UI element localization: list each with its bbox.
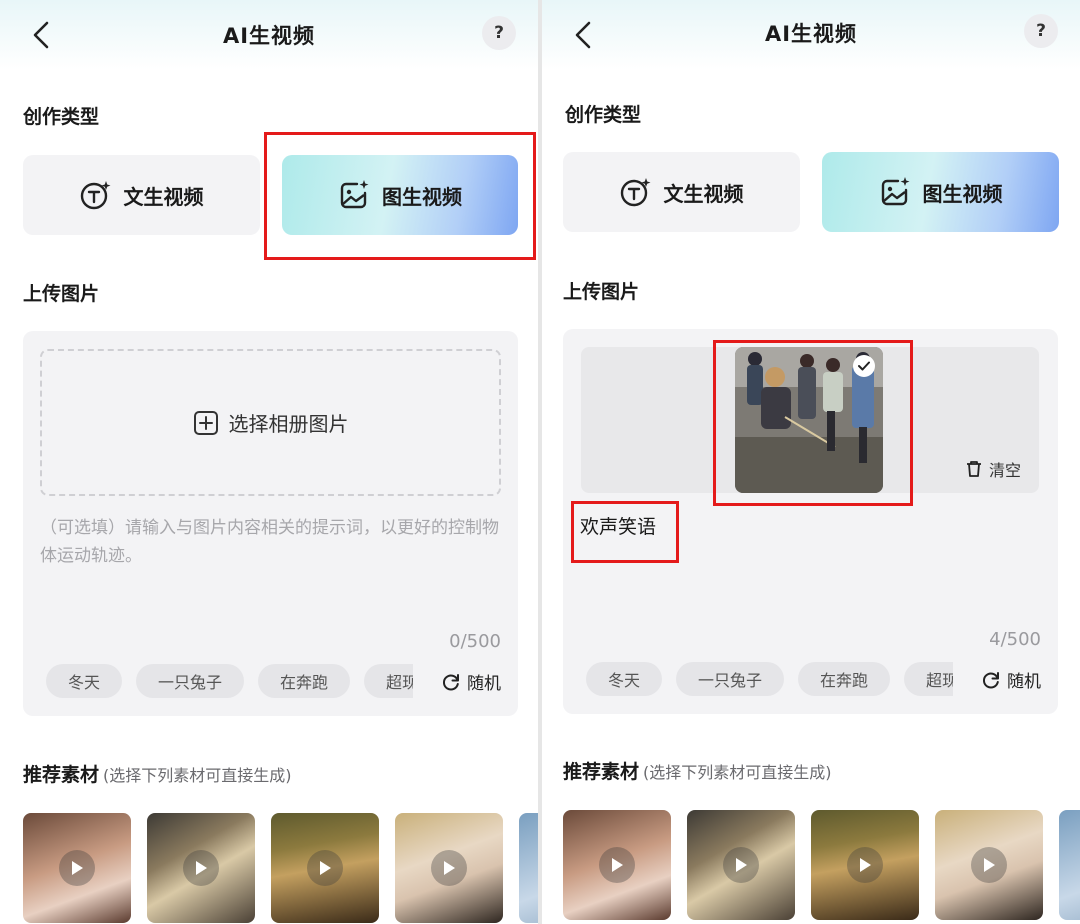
random-label: 随机: [467, 674, 501, 694]
recommended-materials: [23, 813, 538, 923]
material-thumbnail[interactable]: [811, 810, 919, 920]
screen-after: AI生视频 ? 创作类型 文生视频 图生视频 上传图片 清空 欢声笑语 4/50…: [542, 0, 1080, 924]
char-counter: 0/500: [449, 631, 501, 652]
material-thumbnail[interactable]: [147, 813, 255, 923]
material-thumbnail[interactable]: [687, 810, 795, 920]
material-thumbnail[interactable]: [395, 813, 503, 923]
screen-before: AI生视频 ? 创作类型 文生视频 图生视频 上传图片 选择相册图片 （可选填）…: [0, 0, 538, 924]
chip-rabbit[interactable]: 一只兔子: [676, 662, 785, 696]
play-icon: [307, 850, 343, 886]
material-thumbnail[interactable]: [935, 810, 1043, 920]
recommended-label: 推荐素材: [23, 764, 100, 786]
recommended-label: 推荐素材: [563, 761, 640, 783]
image-to-video-option[interactable]: 图生视频: [282, 155, 518, 235]
screenshot-comparison: AI生视频 ? 创作类型 文生视频 图生视频 上传图片 选择相册图片 （可选填）…: [0, 0, 1080, 924]
refresh-icon: [442, 673, 459, 690]
help-button[interactable]: ?: [1024, 14, 1058, 48]
material-thumbnail[interactable]: [519, 813, 538, 923]
recommended-materials: [563, 810, 1080, 920]
selected-check-icon: [853, 355, 875, 377]
chip-surreal[interactable]: 超现实: [904, 662, 953, 696]
chip-running[interactable]: 在奔跑: [258, 664, 351, 698]
chip-surreal[interactable]: 超现实: [364, 664, 413, 698]
upload-image-title: 上传图片: [563, 281, 640, 303]
recommended-title: 推荐素材 (选择下列素材可直接生成): [23, 760, 292, 787]
text-to-video-option[interactable]: 文生视频: [563, 152, 800, 232]
refresh-icon: [982, 671, 999, 688]
text-to-video-icon: [620, 178, 650, 207]
text-to-video-label: 文生视频: [663, 181, 744, 206]
random-button[interactable]: 随机: [441, 669, 501, 694]
clear-button[interactable]: 清空: [965, 457, 1021, 481]
trash-icon: [966, 461, 981, 477]
upload-area: 清空 欢声笑语 4/500 冬天一只兔子在奔跑超现实 随机: [563, 329, 1058, 714]
creation-type-title: 创作类型: [565, 104, 642, 126]
creation-type-title: 创作类型: [23, 106, 100, 128]
chip-rabbit[interactable]: 一只兔子: [136, 664, 245, 698]
material-thumbnail[interactable]: [563, 810, 671, 920]
text-to-video-option[interactable]: 文生视频: [23, 155, 260, 235]
image-to-video-icon: [881, 177, 909, 206]
chip-winter[interactable]: 冬天: [46, 664, 123, 698]
material-thumbnail[interactable]: [1059, 810, 1080, 920]
text-to-video-icon: [80, 181, 110, 210]
select-album-image-label: 选择相册图片: [228, 412, 349, 436]
chip-winter[interactable]: 冬天: [586, 662, 663, 696]
image-to-video-icon: [340, 180, 369, 209]
play-icon: [971, 847, 1007, 883]
chip-running[interactable]: 在奔跑: [798, 662, 891, 696]
select-album-image-button[interactable]: 选择相册图片: [40, 349, 501, 496]
image-to-video-label: 图生视频: [382, 184, 462, 209]
text-to-video-label: 文生视频: [123, 184, 204, 209]
image-to-video-option[interactable]: 图生视频: [822, 152, 1059, 232]
help-button[interactable]: ?: [482, 16, 516, 50]
uploaded-image[interactable]: [735, 347, 883, 493]
page-title: AI生视频: [222, 24, 316, 48]
top-bar: AI生视频 ?: [542, 0, 1080, 70]
recommended-hint: (选择下列素材可直接生成): [643, 763, 832, 782]
play-icon: [723, 847, 759, 883]
recommended-hint: (选择下列素材可直接生成): [103, 766, 292, 785]
play-icon: [431, 850, 467, 886]
recommended-title: 推荐素材 (选择下列素材可直接生成): [563, 757, 832, 784]
material-thumbnail[interactable]: [23, 813, 131, 923]
top-bar: AI生视频 ?: [0, 0, 538, 70]
material-thumbnail[interactable]: [271, 813, 379, 923]
page-title: AI生视频: [764, 22, 858, 46]
suggestion-chips: 冬天一只兔子在奔跑超现实: [46, 664, 413, 700]
play-icon: [599, 847, 635, 883]
play-icon: [847, 847, 883, 883]
prompt-input[interactable]: 欢声笑语: [580, 512, 656, 539]
play-icon: [183, 850, 219, 886]
plus-square-icon: [193, 410, 218, 435]
image-preview: 清空: [581, 347, 1039, 493]
upload-area: 选择相册图片 （可选填）请输入与图片内容相关的提示词，以更好的控制物体运动轨迹。…: [23, 331, 518, 716]
prompt-input[interactable]: （可选填）请输入与图片内容相关的提示词，以更好的控制物体运动轨迹。: [40, 514, 510, 570]
char-counter: 4/500: [989, 629, 1041, 650]
upload-image-title: 上传图片: [23, 283, 100, 305]
random-button[interactable]: 随机: [981, 667, 1041, 692]
clear-label: 清空: [988, 461, 1021, 480]
suggestion-chips: 冬天一只兔子在奔跑超现实: [586, 662, 953, 698]
image-to-video-label: 图生视频: [922, 181, 1003, 206]
random-label: 随机: [1007, 672, 1041, 692]
play-icon: [59, 850, 95, 886]
